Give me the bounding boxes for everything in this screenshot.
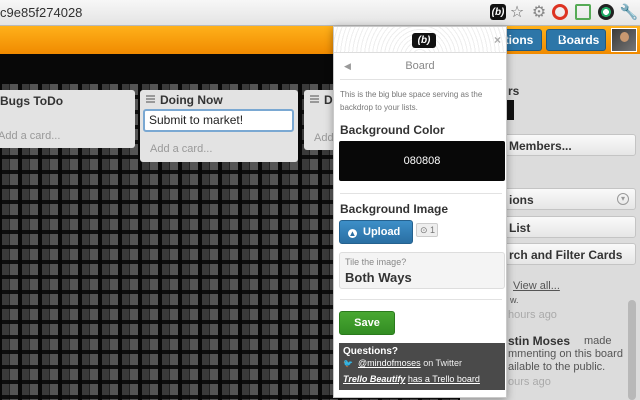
gear-icon[interactable]: ⚙: [530, 3, 548, 21]
trello-beautify-link[interactable]: Trello Beautify: [343, 374, 405, 384]
tile-image-value: Both Ways: [345, 270, 412, 285]
activity-time: hours ago: [508, 309, 557, 321]
board-settings-popover: (b) × ◀ Board This is the big blue space…: [333, 26, 507, 398]
avatar[interactable]: [611, 28, 637, 52]
list-title: Bugs ToDo: [0, 94, 64, 108]
twitter-suffix: on Twitter: [423, 358, 463, 368]
circle-extension-icon[interactable]: [598, 4, 614, 20]
lists-label: List: [509, 221, 531, 235]
save-button[interactable]: Save: [339, 311, 395, 335]
screen-extension-icon[interactable]: [575, 4, 591, 20]
list-menu-icon[interactable]: [310, 95, 319, 103]
activity-member-name[interactable]: stin Moses: [508, 334, 570, 348]
popover-header: (b) ×: [334, 27, 506, 53]
trello-board-line: Trello Beautify has a Trello board: [343, 374, 480, 384]
divider: [340, 79, 502, 80]
background-image-label: Background Image: [340, 202, 449, 216]
upload-button[interactable]: ▲ Upload: [339, 220, 413, 244]
activity-time: ours ago: [508, 376, 551, 388]
wrench-icon[interactable]: 🔧: [620, 3, 639, 21]
browser-toolbar: c9e85f274028 (b) ☆ ⚙ 🔧: [0, 0, 640, 26]
image-count-badge: ⊙ 1: [416, 223, 438, 237]
list-title: Doing Now: [160, 93, 223, 107]
twitter-line: 🐦 @mindofmoses on Twitter: [343, 358, 462, 368]
divider: [340, 299, 502, 300]
popover-description: This is the big blue space serving as th…: [340, 90, 483, 112]
add-card-link[interactable]: Add a card...: [150, 143, 212, 155]
activity-text: made: [584, 335, 612, 347]
activity-text: mmenting on this board: [508, 348, 623, 360]
tile-image-label: Tile the image?: [345, 257, 407, 267]
divider: [340, 193, 502, 194]
twitter-bird-icon: 🐦: [343, 359, 353, 368]
list-doing-now: Doing Now Submit to market! Add a card..…: [140, 90, 298, 162]
activity-text: ailable to the public.: [508, 361, 606, 373]
list-menu-icon[interactable]: [146, 95, 155, 103]
trello-board-link[interactable]: has a Trello board: [408, 374, 480, 384]
image-count: 1: [430, 225, 436, 235]
search-filter-label: rch and Filter Cards: [509, 248, 623, 262]
footer-heading: Questions?: [343, 346, 399, 357]
background-color-label: Background Color: [340, 123, 445, 137]
popover-title: Board: [405, 60, 435, 72]
add-members-label: Members...: [509, 139, 572, 153]
close-icon[interactable]: ×: [494, 33, 501, 47]
trello-header: ations Boards: [0, 26, 640, 54]
beautify-logo: (b): [412, 33, 436, 48]
sidebar-scrollbar[interactable]: [628, 300, 636, 400]
upload-label: Upload: [363, 226, 401, 238]
popover-footer: Questions? 🐦 @mindofmoses on Twitter Trel…: [339, 343, 505, 390]
record-extension-icon[interactable]: [552, 4, 568, 20]
options-label: ions: [509, 193, 534, 207]
beautify-extension-icon[interactable]: (b): [490, 4, 506, 20]
activity-text: w.: [510, 295, 519, 305]
view-all-link[interactable]: View all...: [513, 280, 560, 292]
background-color-swatch[interactable]: 080808: [339, 141, 505, 181]
card-title-input[interactable]: Submit to market!: [143, 109, 294, 132]
list-bugs-todo: Bugs ToDo Add a card...: [0, 90, 135, 148]
boards-label: Boards: [558, 33, 600, 47]
chevron-down-icon: ▾: [617, 193, 629, 205]
star-icon[interactable]: ☆: [508, 3, 526, 21]
members-title: rs: [508, 84, 520, 98]
add-card-link[interactable]: Add: [314, 132, 334, 144]
add-card-link[interactable]: Add a card...: [0, 130, 60, 142]
url-bar[interactable]: c9e85f274028: [0, 5, 82, 20]
upload-icon: ▲: [348, 229, 357, 238]
twitter-handle-link[interactable]: @mindofmoses: [358, 358, 421, 368]
tile-image-select[interactable]: Tile the image? Both Ways: [339, 252, 505, 289]
list-title: D: [324, 93, 333, 107]
boards-button[interactable]: Boards: [546, 29, 606, 51]
